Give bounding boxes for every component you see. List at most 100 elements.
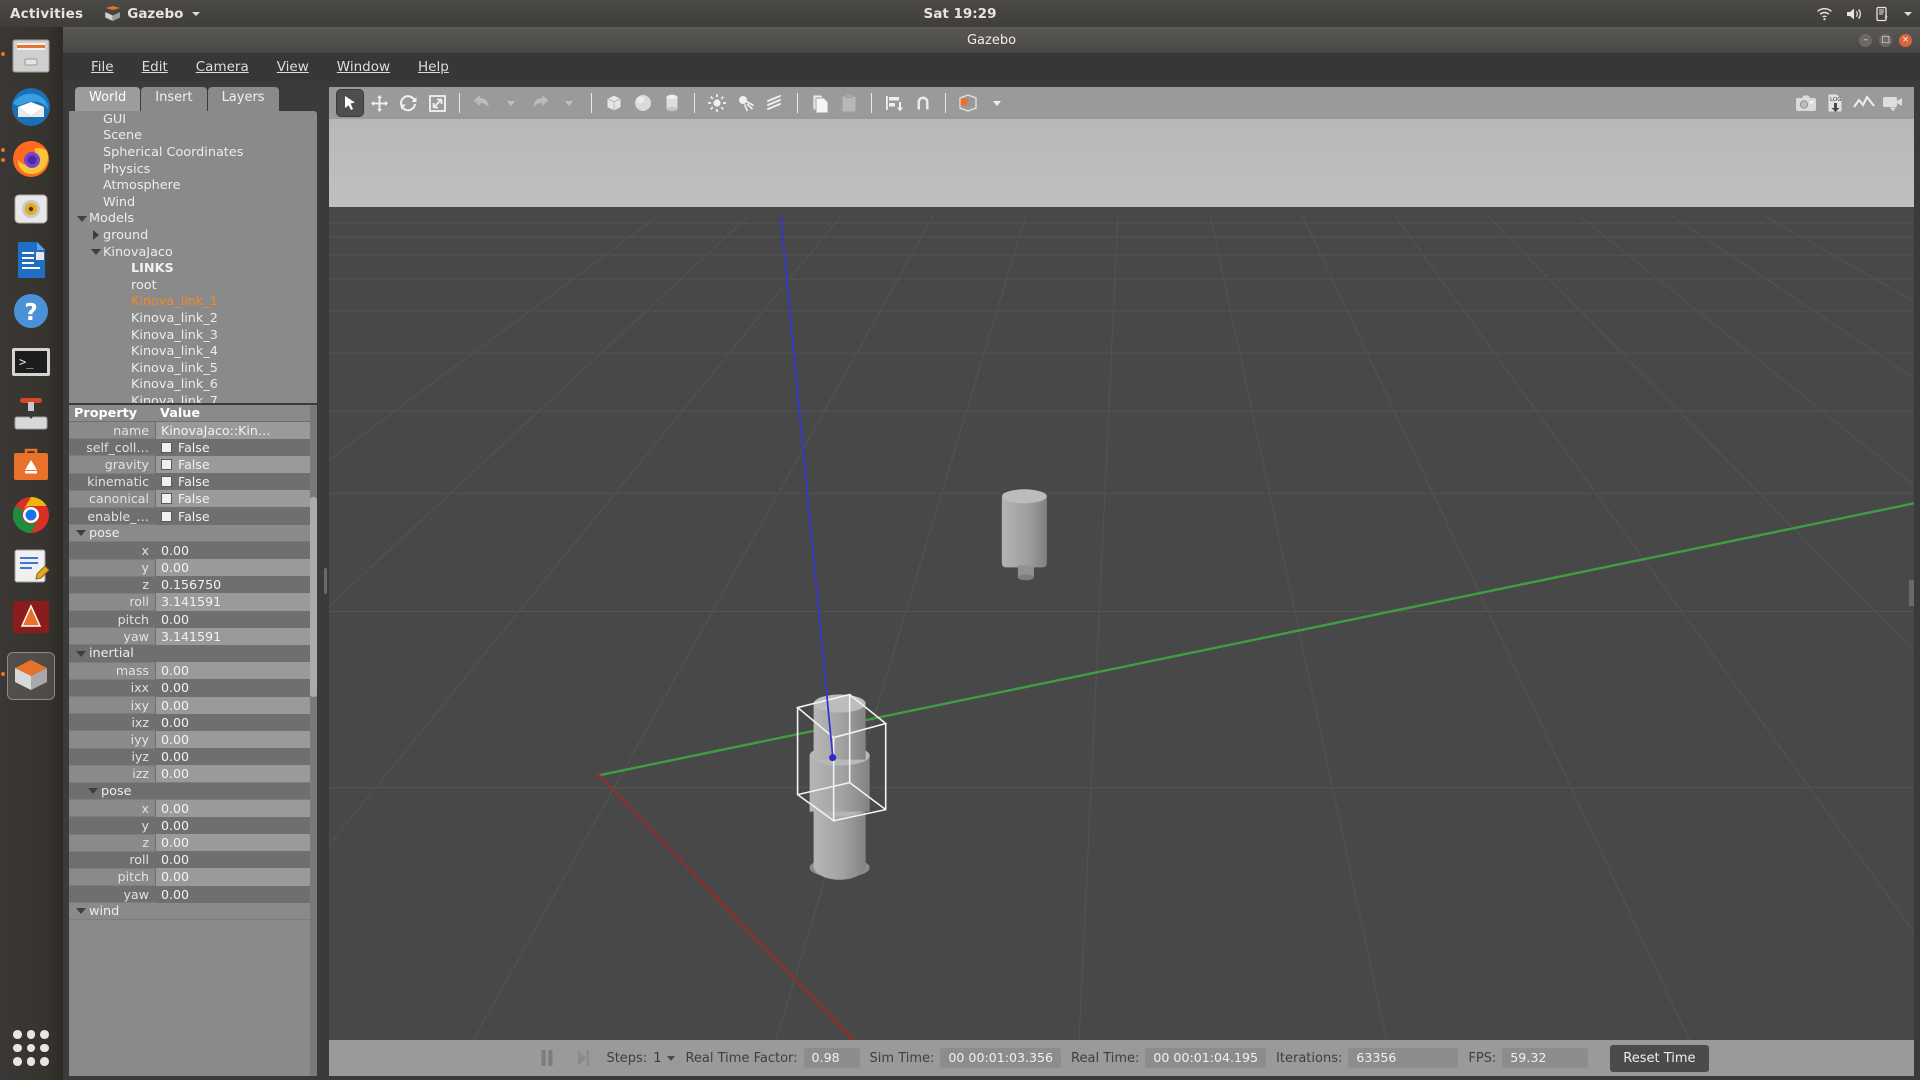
group-toggle-expanded-icon[interactable] (73, 908, 89, 915)
tree-item-spherical-coordinates[interactable]: Spherical Coordinates (69, 144, 317, 161)
property-value[interactable]: 3.141591 (155, 593, 317, 611)
property-row-name[interactable]: name KinovaJaco::Kin… (69, 421, 317, 440)
property-row-iyz[interactable]: iyz 0.00 (69, 748, 317, 766)
property-value[interactable]: False (155, 507, 317, 525)
tree-item-kinova-link-5[interactable]: Kinova_link_5 (69, 360, 317, 377)
property-value[interactable]: False (155, 490, 317, 508)
property-value[interactable]: 0.00 (155, 541, 317, 559)
property-row-pitch[interactable]: pitch 0.00 (69, 868, 317, 887)
tab-layers[interactable]: Layers (207, 87, 279, 111)
tree-item-wind[interactable]: Wind (69, 194, 317, 211)
property-row-kinematic[interactable]: kinematic False (69, 473, 317, 491)
property-row-pitch[interactable]: pitch 0.00 (69, 610, 317, 629)
battery-icon[interactable] (1876, 6, 1889, 22)
tab-insert[interactable]: Insert (141, 87, 207, 111)
launcher-item-firefox[interactable] (1, 134, 55, 182)
property-value[interactable]: 0.00 (155, 834, 317, 852)
tree-item-models[interactable]: Models (69, 211, 317, 228)
log-record-icon[interactable]: LOG (1822, 90, 1848, 116)
tree-item-atmosphere[interactable]: Atmosphere (69, 177, 317, 194)
tree-item-kinova-link-2[interactable]: Kinova_link_2 (69, 310, 317, 327)
undo-icon[interactable] (469, 90, 495, 116)
launcher-item-vlc[interactable] (7, 593, 55, 641)
tree-item-gui[interactable]: GUI (69, 111, 317, 128)
launcher-item-software-updater[interactable] (7, 389, 55, 437)
plot-icon[interactable] (1851, 90, 1877, 116)
property-value[interactable]: 0.00 (155, 730, 317, 749)
tree-toggle-expanded-icon[interactable] (89, 249, 103, 256)
steps-caret-icon[interactable] (667, 1055, 676, 1061)
tree-item-kinova-link-1[interactable]: Kinova_link_1 (69, 294, 317, 311)
property-value[interactable]: KinovaJaco::Kin… (155, 421, 317, 439)
property-row-enable-[interactable]: enable_… False (69, 507, 317, 526)
property-value[interactable]: 3.141591 (155, 627, 317, 645)
view-model-icon[interactable] (955, 90, 981, 116)
snap-icon[interactable] (910, 90, 936, 116)
tree-item-kinova-link-3[interactable]: Kinova_link_3 (69, 327, 317, 344)
tree-item-scene[interactable]: Scene (69, 128, 317, 145)
menu-edit[interactable]: Edit (128, 55, 182, 79)
tree-toggle-expanded-icon[interactable] (75, 215, 89, 222)
tree-item-kinova-link-7[interactable]: Kinova_link_7 (69, 393, 317, 403)
menu-camera[interactable]: Camera (182, 55, 263, 79)
property-value[interactable]: 0.00 (155, 851, 317, 869)
translate-mode-icon[interactable] (366, 90, 392, 116)
property-value[interactable]: False (155, 473, 317, 491)
launcher-item-help[interactable]: ? (7, 287, 55, 335)
property-group-pose[interactable]: pose (69, 525, 317, 543)
launcher-item-terminal[interactable]: >_ (7, 338, 55, 386)
activities-button[interactable]: Activities (0, 6, 95, 22)
select-mode-icon[interactable] (337, 90, 363, 116)
step-forward-icon[interactable] (570, 1045, 596, 1071)
menu-window[interactable]: Window (323, 55, 404, 79)
property-row-ixz[interactable]: ixz 0.00 (69, 713, 317, 732)
tree-item-kinovajaco[interactable]: KinovaJaco (69, 244, 317, 261)
view-model-caret-icon[interactable] (984, 90, 1010, 116)
property-row-iyy[interactable]: iyy 0.00 (69, 730, 317, 749)
tree-item-kinova-link-4[interactable]: Kinova_link_4 (69, 343, 317, 360)
property-row-self-coll-[interactable]: self_coll… False (69, 438, 317, 457)
property-row-roll[interactable]: roll 3.141591 (69, 593, 317, 612)
insert-sphere-icon[interactable] (630, 90, 656, 116)
launcher-item-rhythmbox[interactable] (7, 185, 55, 233)
directional-light-icon[interactable] (762, 90, 788, 116)
tree-item-root[interactable]: root (69, 277, 317, 294)
property-value[interactable]: 0.00 (155, 662, 317, 680)
close-button[interactable]: × (1899, 33, 1912, 47)
copy-icon[interactable] (807, 90, 833, 116)
property-row-y[interactable]: y 0.00 (69, 816, 317, 835)
maximize-button[interactable]: □ (1879, 33, 1892, 47)
property-row-z[interactable]: z 0.00 (69, 834, 317, 852)
property-value[interactable]: 0.156750 (155, 576, 317, 594)
menu-view[interactable]: View (263, 55, 323, 79)
property-value[interactable]: 0.00 (155, 799, 317, 817)
viewport-right-handle[interactable] (1909, 579, 1914, 606)
minimize-button[interactable]: – (1859, 33, 1872, 47)
rotate-mode-icon[interactable] (395, 90, 421, 116)
property-row-mass[interactable]: mass 0.00 (69, 662, 317, 680)
property-row-roll[interactable]: roll 0.00 (69, 851, 317, 869)
property-table-body[interactable]: name KinovaJaco::Kin… self_coll… False gravi… (69, 421, 317, 921)
checkbox-gravity[interactable] (161, 458, 172, 470)
undo-history-caret-icon[interactable] (498, 90, 524, 116)
property-group-inertial[interactable]: inertial (69, 645, 317, 663)
tree-item-physics[interactable]: Physics (69, 161, 317, 178)
steps-group[interactable]: Steps: 1 (606, 1051, 676, 1066)
launcher-item-files[interactable] (1, 32, 55, 80)
volume-icon[interactable] (1846, 7, 1863, 21)
property-value[interactable]: 0.00 (155, 868, 317, 886)
launcher-item-thunderbird[interactable] (7, 83, 55, 131)
property-value[interactable]: 0.00 (155, 559, 317, 577)
property-value[interactable]: 0.00 (155, 765, 317, 783)
checkbox-enable-[interactable] (161, 510, 172, 522)
point-light-icon[interactable] (704, 90, 730, 116)
property-value[interactable]: 0.00 (155, 610, 317, 628)
property-row-izz[interactable]: izz 0.00 (69, 765, 317, 783)
launcher-item-libreoffice-writer[interactable] (7, 236, 55, 284)
property-value[interactable]: 0.00 (155, 816, 317, 834)
group-toggle-expanded-icon[interactable] (85, 788, 101, 795)
redo-history-caret-icon[interactable] (556, 90, 582, 116)
spot-light-icon[interactable] (733, 90, 759, 116)
group-toggle-expanded-icon[interactable] (73, 530, 89, 537)
screenshot-icon[interactable] (1793, 90, 1819, 116)
